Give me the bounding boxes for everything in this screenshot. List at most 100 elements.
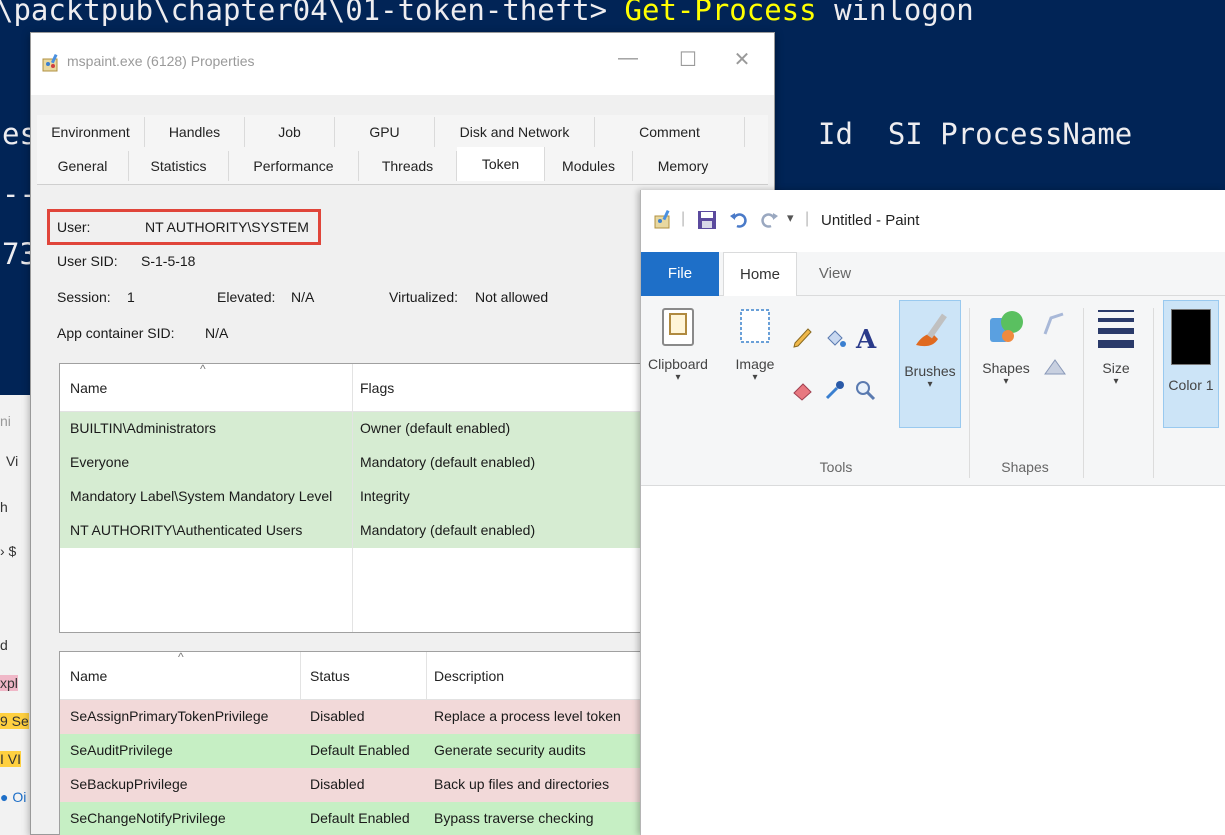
customize-toolbar-dropdown[interactable]: ▾ xyxy=(787,210,794,226)
background-window-strip: ni Vi h › $ d xpl 9 Se I VI ● Oi xyxy=(0,395,34,835)
elevated-value: N/A xyxy=(291,289,315,305)
chevron-down-icon: ▾ xyxy=(1113,376,1119,387)
text-icon[interactable]: A xyxy=(853,324,879,352)
maximize-button[interactable]: ☐ xyxy=(673,47,703,72)
pencil-icon[interactable] xyxy=(791,326,815,350)
color1-button[interactable]: Color 1 xyxy=(1163,300,1219,428)
color-picker-icon[interactable] xyxy=(823,378,847,402)
privileges-col-status[interactable]: Status xyxy=(310,668,350,684)
privileges-row[interactable]: SeAssignPrimaryTokenPrivilege Disabled R… xyxy=(60,700,678,734)
tab-job[interactable]: Job xyxy=(245,117,335,147)
column-divider xyxy=(352,364,353,411)
strip-text: 9 Se xyxy=(0,713,29,729)
tab-threads[interactable]: Threads xyxy=(359,151,457,181)
tab-handles[interactable]: Handles xyxy=(145,117,245,147)
image-button[interactable]: Image ▾ xyxy=(729,306,781,426)
tab-view[interactable]: View xyxy=(805,252,865,296)
group-name: Everyone xyxy=(70,454,130,470)
properties-title: mspaint.exe (6128) Properties xyxy=(67,53,255,69)
ps-command-line: \packtpub\chapter04\01-token-theft> Get-… xyxy=(0,0,974,26)
groups-list[interactable]: ^ Name Flags BUILTIN\Administrators Owne… xyxy=(59,362,679,633)
privileges-row[interactable]: SeBackupPrivilege Disabled Back up files… xyxy=(60,768,678,802)
sort-caret-icon: ^ xyxy=(200,362,206,376)
redo-icon[interactable] xyxy=(759,210,779,230)
strip-text: I VI xyxy=(0,751,22,767)
groups-col-name[interactable]: Name xyxy=(70,380,107,396)
privilege-name: SeAssignPrimaryTokenPrivilege xyxy=(70,708,269,724)
privileges-col-name[interactable]: Name xyxy=(70,668,107,684)
privileges-col-description[interactable]: Description xyxy=(434,668,504,684)
tab-environment[interactable]: Environment xyxy=(37,117,145,147)
tab-modules[interactable]: Modules xyxy=(545,151,633,181)
clipboard-button[interactable]: Clipboard ▾ xyxy=(647,306,709,426)
virtualized-value: Not allowed xyxy=(475,289,549,305)
strip-text: › $ xyxy=(0,543,17,559)
privilege-description: Back up files and directories xyxy=(434,776,610,792)
tab-comment[interactable]: Comment xyxy=(595,117,745,147)
privilege-status: Default Enabled xyxy=(310,742,410,758)
tab-token[interactable]: Token xyxy=(457,147,545,181)
home-ribbon: Clipboard ▾ Image ▾ A Tools Brushes ▾ Sh… xyxy=(641,296,1225,486)
paint-canvas[interactable] xyxy=(641,486,1225,835)
privilege-name: SeChangeNotifyPrivilege xyxy=(70,810,226,826)
privileges-list[interactable]: ^ Name Status Description SeAssignPrimar… xyxy=(59,650,679,835)
privilege-status: Default Enabled xyxy=(310,810,410,826)
virtualized-label: Virtualized: xyxy=(389,289,459,305)
brushes-label: Brushes xyxy=(904,363,956,379)
tab-statistics[interactable]: Statistics xyxy=(129,151,229,181)
shapes-group-label: Shapes xyxy=(1001,459,1049,475)
privileges-row[interactable]: SeAuditPrivilege Default Enabled Generat… xyxy=(60,734,678,768)
minimize-button[interactable]: — xyxy=(613,47,643,70)
properties-titlebar[interactable]: mspaint.exe (6128) Properties — ☐ ✕ xyxy=(31,33,774,95)
paint-app-icon xyxy=(654,209,670,229)
paint-quick-access-toolbar[interactable]: | ▾ | Untitled - Paint xyxy=(641,190,1225,252)
group-flags: Mandatory (default enabled) xyxy=(360,522,536,538)
size-label: Size xyxy=(1102,360,1130,376)
app-container-label: App container SID: xyxy=(57,325,175,341)
tab-memory[interactable]: Memory xyxy=(633,151,733,181)
groups-row[interactable]: NT AUTHORITY\Authenticated Users Mandato… xyxy=(60,514,678,548)
close-button[interactable]: ✕ xyxy=(727,47,757,72)
user-sid-label: User SID: xyxy=(57,253,118,269)
eraser-icon[interactable] xyxy=(791,378,815,402)
brush-icon xyxy=(916,313,947,347)
tab-performance[interactable]: Performance xyxy=(229,151,359,181)
outline-icon[interactable] xyxy=(1041,310,1069,338)
privilege-description: Replace a process level token xyxy=(434,708,621,724)
privileges-header: ^ Name Status Description xyxy=(60,650,678,700)
strip-text: Vi xyxy=(6,453,19,469)
separator: | xyxy=(805,210,810,227)
groups-col-flags[interactable]: Flags xyxy=(360,380,394,396)
save-icon[interactable] xyxy=(697,210,717,230)
ribbon-divider xyxy=(1153,308,1154,478)
brushes-button[interactable]: Brushes ▾ xyxy=(899,300,961,428)
privileges-row[interactable]: SeChangeNotifyPrivilege Default Enabled … xyxy=(60,802,678,835)
line-size-icon xyxy=(1098,310,1134,348)
tabs-row-top: Environment Handles Job GPU Disk and Net… xyxy=(37,117,768,147)
groups-row[interactable]: BUILTIN\Administrators Owner (default en… xyxy=(60,412,678,446)
undo-icon[interactable] xyxy=(729,210,749,230)
magnifier-icon[interactable] xyxy=(853,378,877,402)
elevated-label: Elevated: xyxy=(217,289,276,305)
paint-title: Untitled - Paint xyxy=(821,212,920,229)
tab-disk-network[interactable]: Disk and Network xyxy=(435,117,595,147)
shapes-button[interactable]: Shapes ▾ xyxy=(975,306,1037,426)
tab-home[interactable]: Home xyxy=(723,252,797,297)
ribbon-divider xyxy=(969,308,970,478)
privilege-name: SeBackupPrivilege xyxy=(70,776,188,792)
size-button[interactable]: Size ▾ xyxy=(1089,306,1143,426)
column-divider xyxy=(426,652,427,699)
tab-general[interactable]: General xyxy=(37,151,129,181)
ps-header-columns: Id SI ProcessName xyxy=(818,117,1133,151)
strip-text: ni xyxy=(0,413,11,429)
fill-shape-icon[interactable] xyxy=(1041,352,1069,380)
tab-file[interactable]: File xyxy=(641,252,719,296)
column-divider xyxy=(352,412,353,632)
groups-row[interactable]: Everyone Mandatory (default enabled) xyxy=(60,446,678,480)
groups-row[interactable]: Mandatory Label\System Mandatory Level I… xyxy=(60,480,678,514)
tab-gpu[interactable]: GPU xyxy=(335,117,435,147)
user-value: NT AUTHORITY\SYSTEM xyxy=(145,219,309,235)
ps-prompt: \packtpub\chapter04\01-token-theft> xyxy=(0,0,625,27)
fill-icon[interactable] xyxy=(823,326,847,350)
separator: | xyxy=(681,210,686,227)
